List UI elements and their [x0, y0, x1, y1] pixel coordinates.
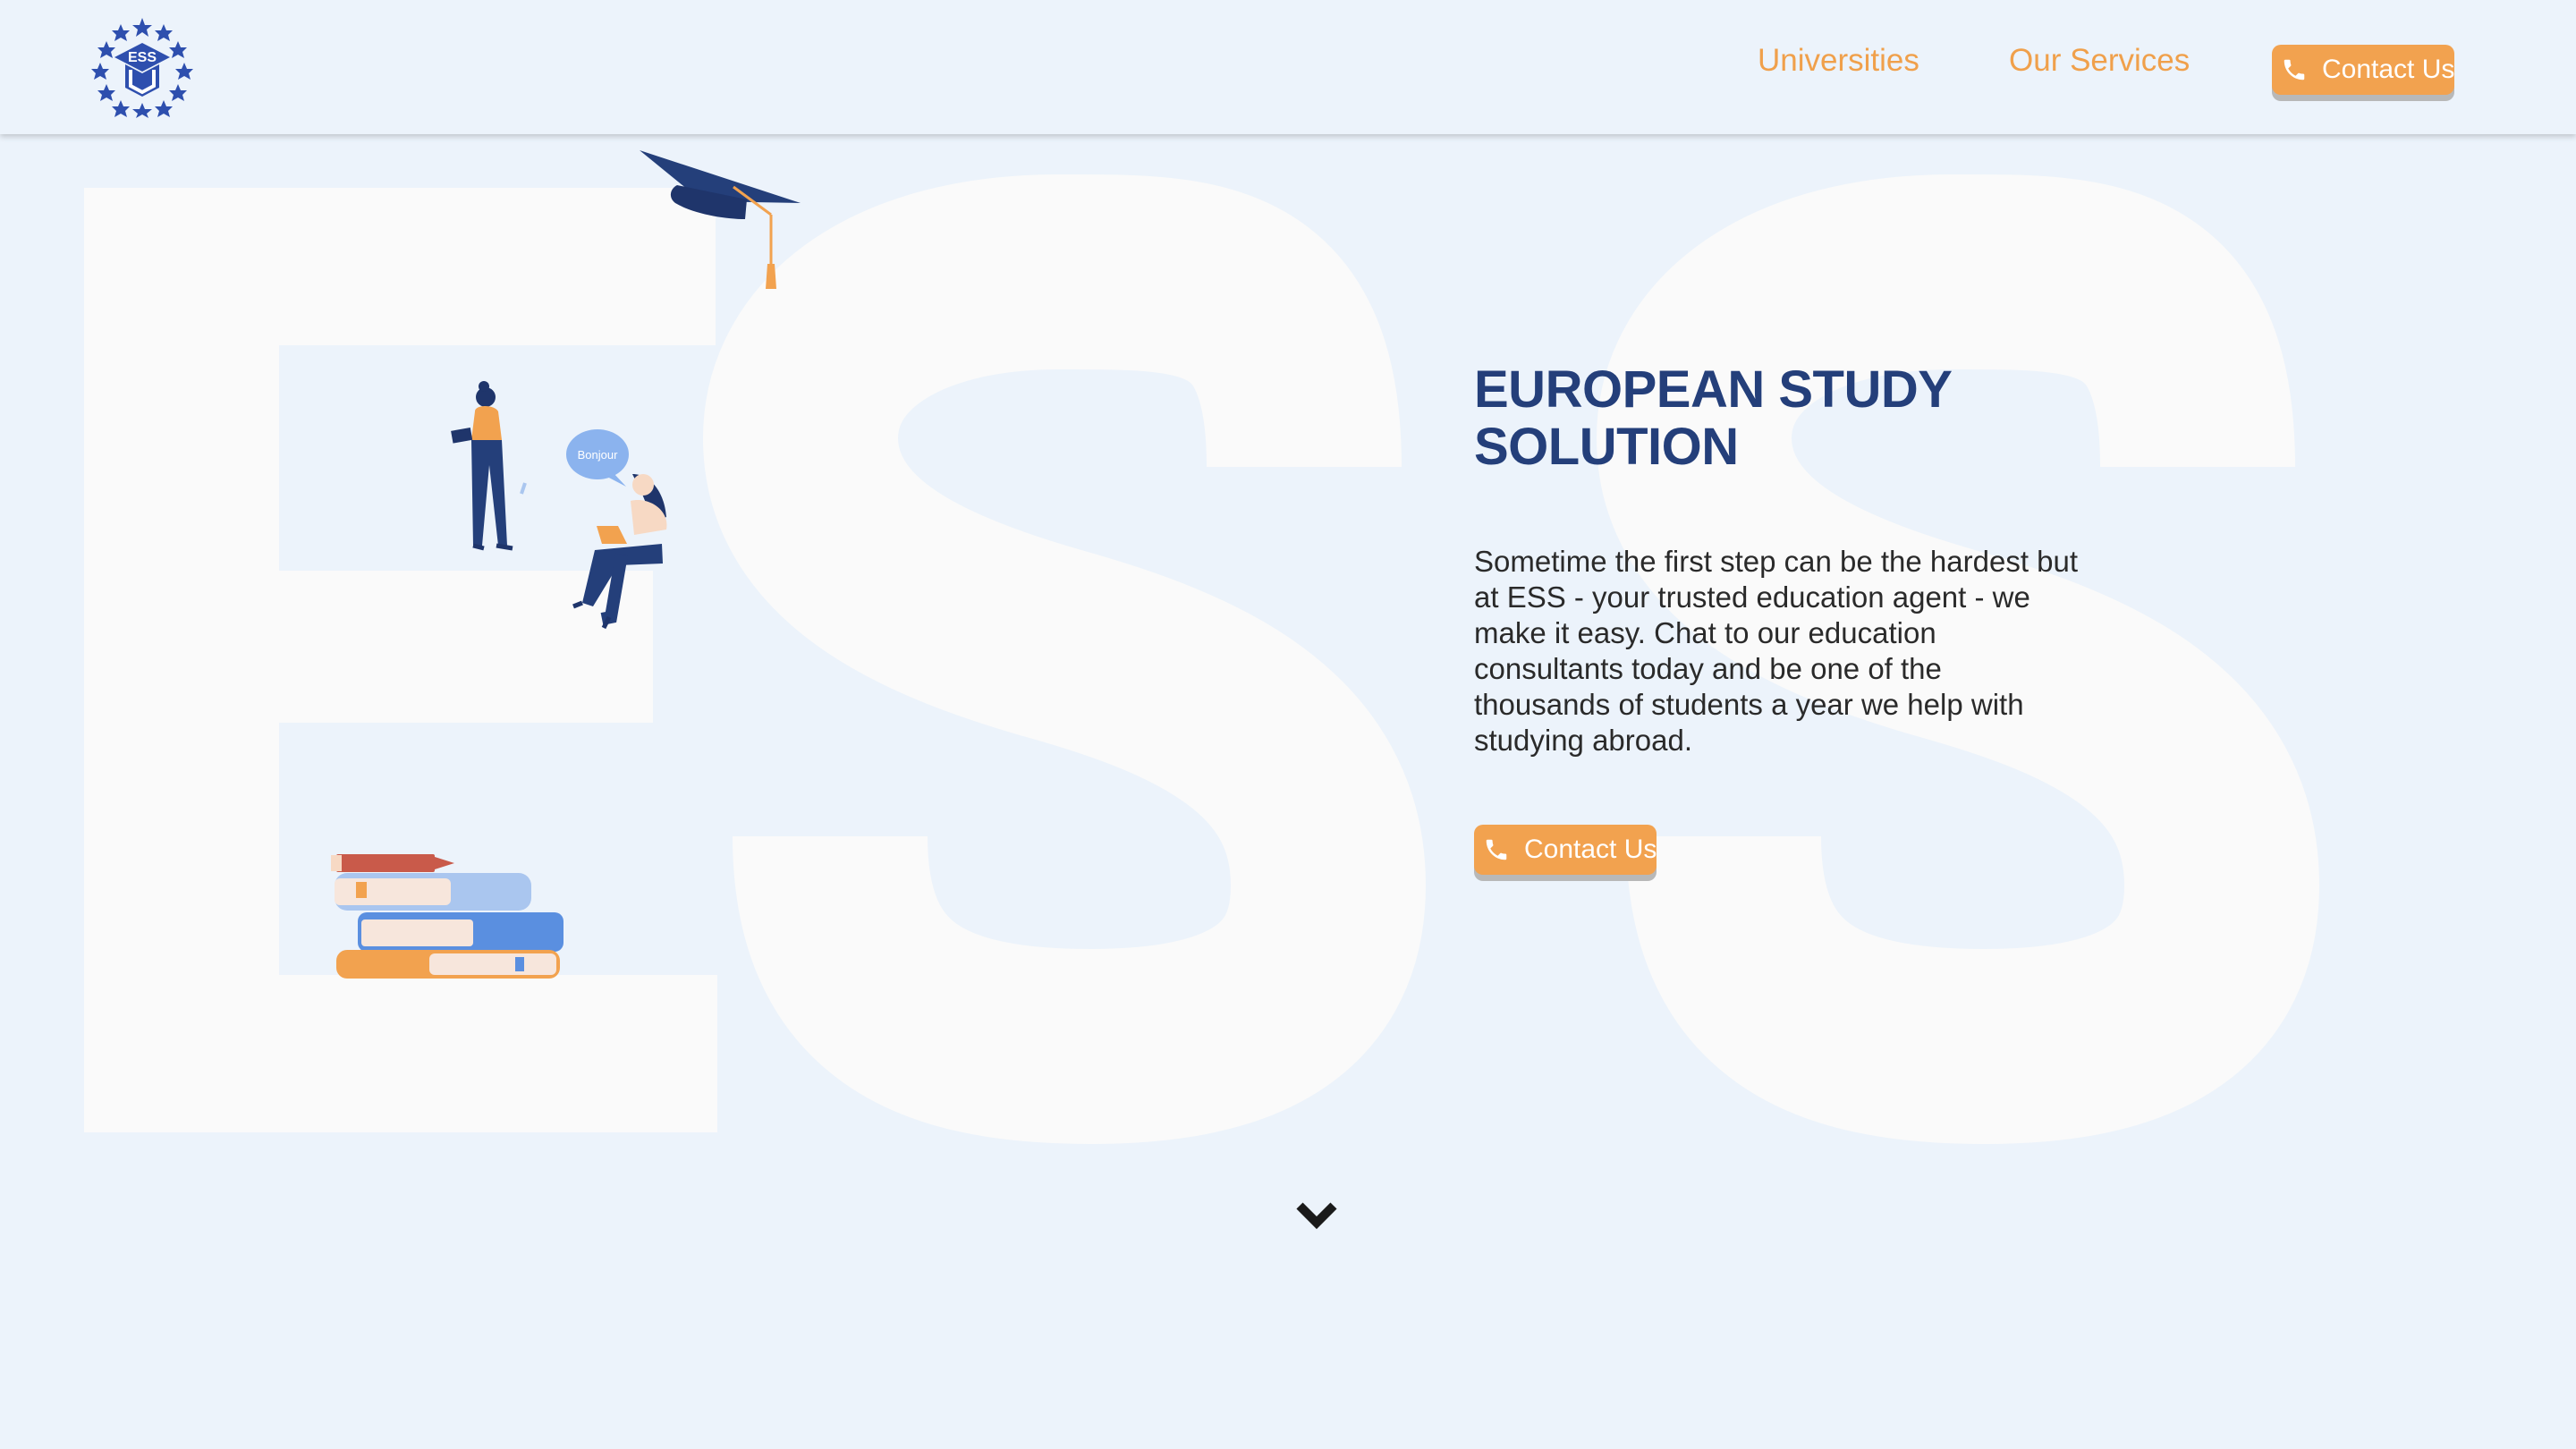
logo-text: ESS — [128, 50, 157, 65]
speech-bubble: Bonjour — [566, 429, 629, 487]
nav-universities[interactable]: Universities — [1758, 43, 1919, 79]
standing-student — [451, 381, 527, 551]
hero-description: Sometime the first step can be the harde… — [1474, 545, 2079, 757]
phone-icon — [1483, 836, 1510, 863]
ess-logo[interactable]: ESS — [91, 16, 193, 118]
header-contact-label: Contact Us — [2322, 55, 2455, 84]
books-illustration — [331, 854, 564, 979]
background-letter-s — [702, 174, 1427, 1145]
chevron-down-icon[interactable] — [1294, 1199, 1339, 1231]
hero-title: EUROPEAN STUDY SOLUTION — [1474, 360, 1952, 476]
sitting-student — [572, 474, 667, 630]
nav-our-services[interactable]: Our Services — [2009, 43, 2190, 79]
hero-contact-label: Contact Us — [1524, 835, 1657, 864]
students-illustration: Bonjour — [451, 381, 667, 630]
speech-bubble-text: Bonjour — [578, 448, 618, 462]
background-letters — [84, 174, 2320, 1145]
phone-icon — [2281, 56, 2308, 83]
hero-contact-button[interactable]: Contact Us — [1474, 825, 1657, 875]
site-header: ESS Universities Our Services Contact Us — [0, 0, 2576, 134]
background-letter-e — [84, 188, 717, 1132]
header-contact-button[interactable]: Contact Us — [2272, 45, 2454, 95]
graduation-cap-illustration — [640, 150, 801, 289]
